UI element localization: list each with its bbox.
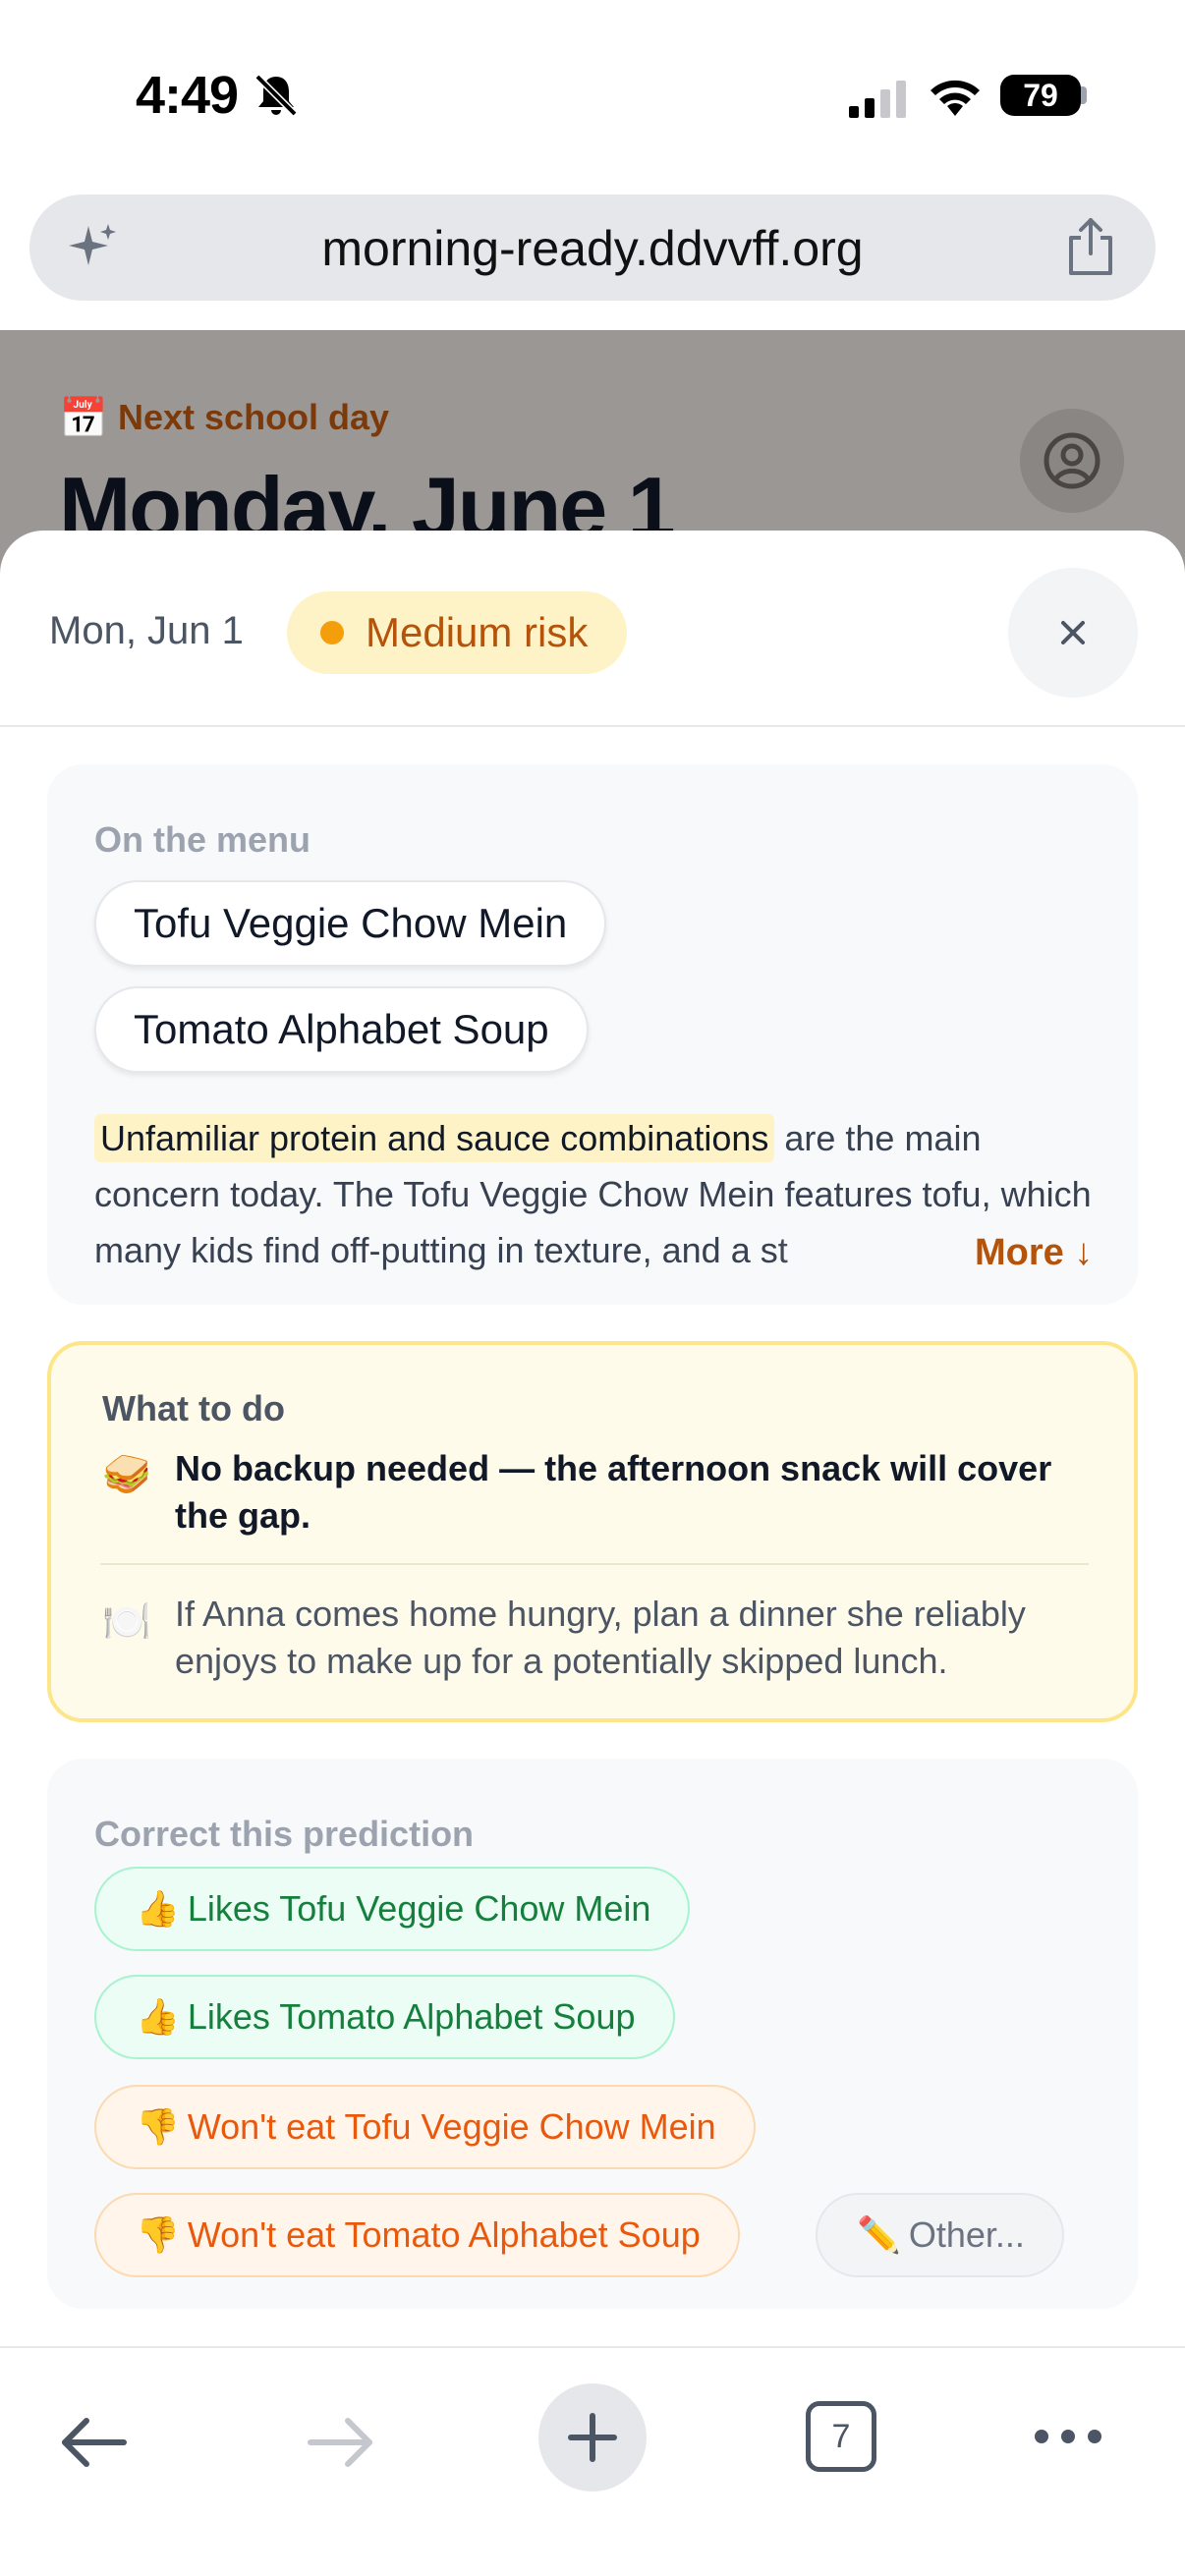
share-icon[interactable] <box>1063 216 1118 277</box>
thumbs-up-icon: 👍 <box>136 1996 180 2037</box>
thumbs-up-icon: 👍 <box>136 1888 180 1929</box>
correct-prediction-card: Correct this prediction 👍 Likes Tofu Vegg… <box>47 1759 1138 2309</box>
wont-eat-soup-button[interactable]: 👎 Won't eat Tomato Alphabet Soup <box>94 2193 740 2277</box>
close-button[interactable] <box>1008 568 1138 698</box>
browser-toolbar: 7 <box>0 2346 1185 2576</box>
profile-button[interactable] <box>1020 409 1124 513</box>
menu-card: On the menu Tofu Veggie Chow Mein Tomato… <box>47 764 1138 1305</box>
next-school-day-label: Next school day <box>118 397 390 437</box>
menu-item-chip: Tomato Alphabet Soup <box>94 986 589 1073</box>
status-bar: 4:49 79 <box>0 0 1185 187</box>
menu-item-chip: Tofu Veggie Chow Mein <box>94 880 607 967</box>
option-label: Likes Tomato Alphabet Soup <box>187 1996 636 2037</box>
address-bar[interactable]: morning-ready.ddvvff.org <box>29 195 1156 301</box>
todo-item-text: No backup needed — the afternoon snack w… <box>175 1448 1052 1536</box>
concern-highlight: Unfamiliar protein and sauce combination… <box>94 1114 775 1162</box>
signal-icon <box>849 81 906 118</box>
thumbs-down-icon: 👎 <box>136 2214 180 2255</box>
sandwich-icon: 🥪 <box>102 1453 151 1496</box>
option-label: Won't eat Tomato Alphabet Soup <box>187 2214 701 2255</box>
thumbs-down-icon: 👎 <box>136 2106 180 2147</box>
risk-label: Medium risk <box>366 609 589 655</box>
sheet-header: Mon, Jun 1 Medium risk <box>0 531 1185 727</box>
tabs-button[interactable]: 7 <box>806 2401 876 2472</box>
what-to-do-label: What to do <box>102 1388 285 1428</box>
option-label: Won't eat Tofu Veggie Chow Mein <box>187 2106 716 2147</box>
forward-arrow-icon[interactable] <box>301 2403 379 2482</box>
day-detail-sheet: Mon, Jun 1 Medium risk On the menu Tofu … <box>0 531 1185 2346</box>
correct-prediction-label: Correct this prediction <box>94 1814 475 1854</box>
menu-section-label: On the menu <box>94 819 311 860</box>
what-to-do-card: What to do 🥪 No backup needed — the afte… <box>47 1341 1138 1722</box>
back-arrow-icon[interactable] <box>55 2403 134 2482</box>
calendar-icon: 📅 <box>59 397 108 440</box>
wont-eat-tofu-button[interactable]: 👎 Won't eat Tofu Veggie Chow Mein <box>94 2085 756 2169</box>
more-link[interactable]: More ↓ <box>967 1232 1094 1274</box>
pencil-icon: ✏️ <box>857 2214 901 2255</box>
plate-icon: 🍽️ <box>102 1600 151 1644</box>
url-text[interactable]: morning-ready.ddvvff.org <box>29 220 1156 277</box>
risk-badge: Medium risk <box>287 591 628 674</box>
divider <box>100 1563 1089 1565</box>
like-tofu-button[interactable]: 👍 Likes Tofu Veggie Chow Mein <box>94 1867 691 1951</box>
new-tab-button[interactable] <box>538 2383 647 2492</box>
battery-indicator: 79 <box>1000 75 1081 116</box>
user-circle-icon <box>1044 432 1100 489</box>
wifi-icon <box>931 80 980 116</box>
like-soup-button[interactable]: 👍 Likes Tomato Alphabet Soup <box>94 1975 675 2059</box>
option-label: Other... <box>908 2214 1025 2255</box>
status-time: 4:49 <box>136 66 239 125</box>
risk-dot-icon <box>320 621 344 644</box>
todo-item-text: If Anna comes home hungry, plan a dinner… <box>175 1594 1026 1681</box>
sheet-date: Mon, Jun 1 <box>49 609 244 652</box>
plus-icon <box>568 2413 617 2462</box>
close-icon <box>1061 621 1085 644</box>
other-button[interactable]: ✏️ Other... <box>816 2193 1064 2277</box>
battery-cap <box>1081 86 1087 104</box>
option-label: Likes Tofu Veggie Chow Mein <box>187 1888 651 1929</box>
more-icon[interactable] <box>1032 2417 1104 2456</box>
bell-slash-icon <box>254 74 298 117</box>
